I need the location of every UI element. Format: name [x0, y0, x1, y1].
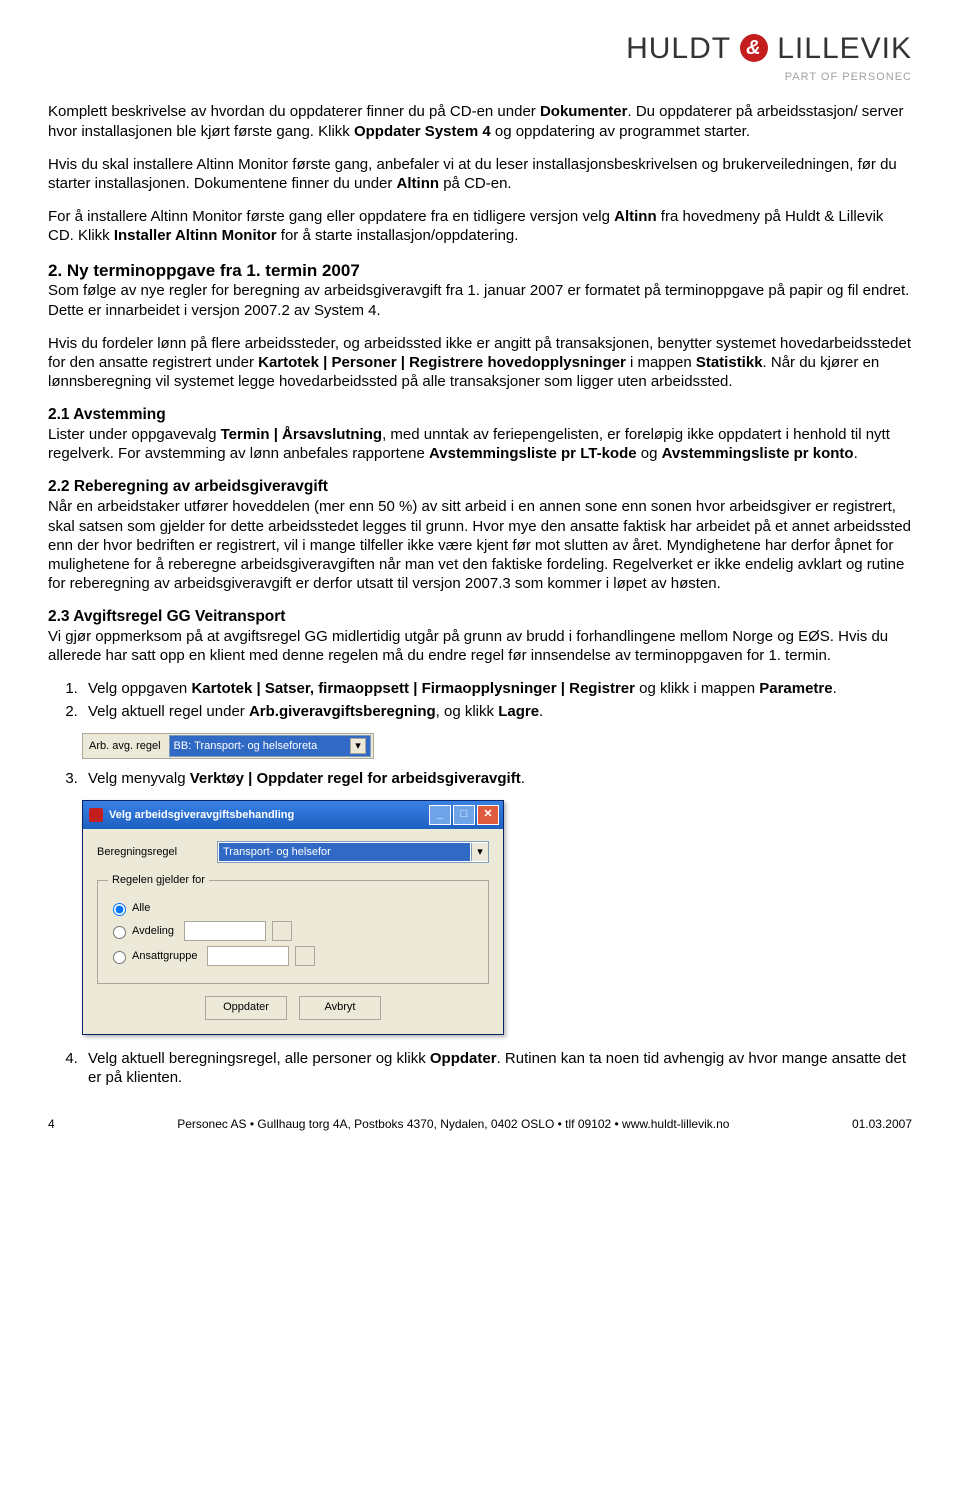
- dialog-title: Velg arbeidsgiveravgiftsbehandling: [109, 808, 294, 822]
- ansattgruppe-lookup-button[interactable]: [295, 946, 315, 966]
- radio-ansattgruppe-label: Ansattgruppe: [132, 949, 197, 963]
- chevron-down-icon[interactable]: ▾: [350, 738, 366, 754]
- step-1: Velg oppgaven Kartotek | Satser, firmaop…: [82, 679, 912, 698]
- combo-value: Transport- og helsefor: [219, 843, 470, 861]
- group-legend: Regelen gjelder for: [108, 873, 209, 887]
- heading-2-2: 2.2 Reberegning av arbeidsgiveravgift: [48, 478, 328, 495]
- heading-2-1: 2.1 Avstemming: [48, 406, 166, 423]
- dropdown-value: BB: Transport- og helseforeta: [174, 739, 318, 753]
- step-list-c: Velg aktuell beregningsregel, alle perso…: [82, 1049, 912, 1087]
- para-2: Hvis du skal installere Altinn Monitor f…: [48, 155, 912, 193]
- dropdown-label: Arb. avg. regel: [83, 739, 167, 753]
- para-5: Hvis du fordeler lønn på flere arbeidsst…: [48, 334, 912, 392]
- para-7: Når en arbeidstaker utfører hoveddelen (…: [48, 498, 911, 592]
- logo-left: HULDT: [626, 32, 730, 65]
- logo-main: HULDT & LILLEVIK: [48, 30, 912, 68]
- logo-right: LILLEVIK: [777, 32, 912, 65]
- avdeling-input[interactable]: [184, 921, 266, 941]
- page-number: 4: [48, 1117, 55, 1132]
- radio-avdeling[interactable]: [113, 926, 126, 939]
- logo-sub: PART OF PERSONEC: [48, 70, 912, 84]
- radio-avdeling-label: Avdeling: [132, 924, 174, 938]
- avbryt-button[interactable]: Avbryt: [299, 996, 381, 1020]
- step-2: Velg aktuell regel under Arb.giveravgift…: [82, 702, 912, 721]
- logo-amp-icon: &: [740, 34, 768, 62]
- regelen-gjelder-for-group: Regelen gjelder for Alle Avdeling Ansatt…: [97, 873, 489, 984]
- dialog-velg-arbeidsgiveravgift: Velg arbeidsgiveravgiftsbehandling _ □ ✕…: [82, 800, 504, 1035]
- heading-2: 2. Ny terminoppgave fra 1. termin 2007: [48, 261, 360, 280]
- close-icon[interactable]: ✕: [477, 805, 499, 825]
- maximize-icon[interactable]: □: [453, 805, 475, 825]
- minimize-icon[interactable]: _: [429, 805, 451, 825]
- beregningsregel-combo[interactable]: Transport- og helsefor ▾: [217, 841, 489, 863]
- radio-alle-label: Alle: [132, 901, 150, 915]
- footer-center: Personec AS • Gullhaug torg 4A, Postboks…: [55, 1117, 852, 1132]
- avdeling-lookup-button[interactable]: [272, 921, 292, 941]
- radio-ansattgruppe[interactable]: [113, 951, 126, 964]
- app-icon: [89, 808, 103, 822]
- chevron-down-icon[interactable]: ▾: [471, 843, 488, 861]
- para-6: Lister under oppgavevalg Termin | Årsavs…: [48, 426, 890, 462]
- ansattgruppe-input[interactable]: [207, 946, 289, 966]
- step-list-b: Velg menyvalg Verktøy | Oppdater regel f…: [82, 769, 912, 788]
- para-4: Som følge av nye regler for beregning av…: [48, 282, 909, 318]
- page-footer: 4 Personec AS • Gullhaug torg 4A, Postbo…: [48, 1117, 912, 1132]
- step-3: Velg menyvalg Verktøy | Oppdater regel f…: [82, 769, 912, 788]
- footer-date: 01.03.2007: [852, 1117, 912, 1132]
- arb-avg-regel-dropdown[interactable]: Arb. avg. regel BB: Transport- og helsef…: [82, 733, 374, 759]
- para-1: Komplett beskrivelse av hvordan du oppda…: [48, 102, 912, 140]
- step-list-a: Velg oppgaven Kartotek | Satser, firmaop…: [82, 679, 912, 720]
- beregningsregel-label: Beregningsregel: [97, 845, 217, 859]
- oppdater-button[interactable]: Oppdater: [205, 996, 287, 1020]
- radio-alle[interactable]: [113, 903, 126, 916]
- logo-block: HULDT & LILLEVIK PART OF PERSONEC: [48, 30, 912, 84]
- step-4: Velg aktuell beregningsregel, alle perso…: [82, 1049, 912, 1087]
- dialog-titlebar[interactable]: Velg arbeidsgiveravgiftsbehandling _ □ ✕: [83, 801, 503, 829]
- para-3: For å installere Altinn Monitor første g…: [48, 207, 912, 245]
- dropdown-selected[interactable]: BB: Transport- og helseforeta ▾: [169, 735, 371, 757]
- para-8: Vi gjør oppmerksom på at avgiftsregel GG…: [48, 628, 888, 664]
- heading-2-3: 2.3 Avgiftsregel GG Veitransport: [48, 608, 285, 625]
